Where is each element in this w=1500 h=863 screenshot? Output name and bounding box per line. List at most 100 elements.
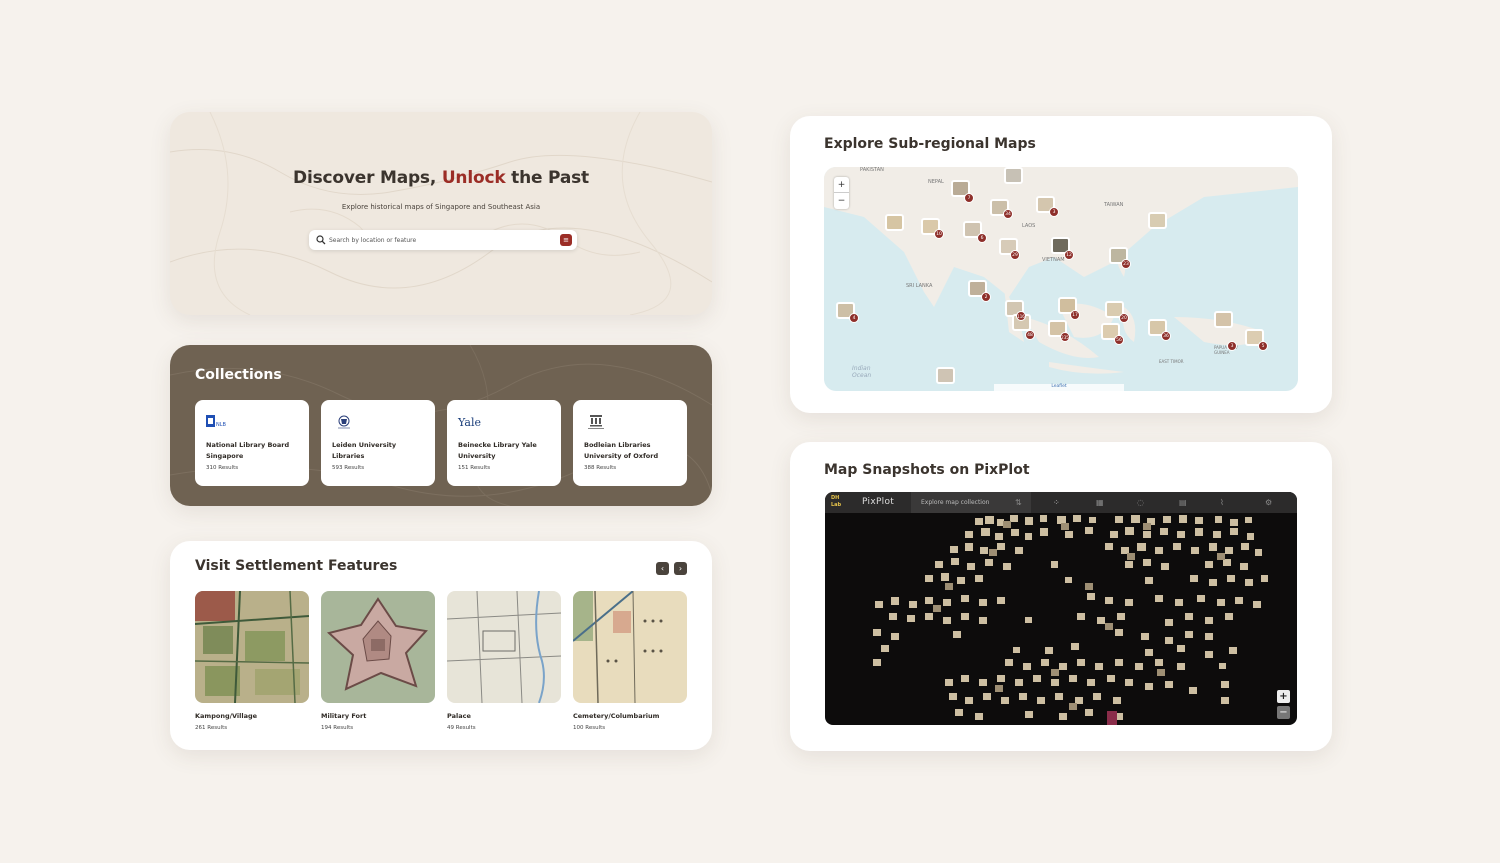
pixplot-zoom-out-button[interactable]: −	[1277, 706, 1290, 719]
collections-title: Collections	[195, 367, 282, 383]
collection-card-leiden[interactable]: Leiden University Libraries 593 Results	[321, 400, 435, 486]
country-label: SRI LANKA	[906, 283, 933, 289]
feature-thumbnail	[447, 591, 561, 703]
cluster-marker[interactable]: 23	[1121, 259, 1131, 269]
cluster-marker[interactable]: 116	[1016, 311, 1026, 321]
hero-subtitle: Explore historical maps of Singapore and…	[341, 203, 541, 211]
feature-thumbnail	[195, 591, 309, 703]
collection-card-yale[interactable]: Yale Beinecke Library Yale University 15…	[447, 400, 561, 486]
hero-card: Discover Maps, Unlock the Past Explore h…	[170, 112, 712, 315]
country-label: TAIWAN	[1104, 202, 1124, 208]
cluster-marker[interactable]: 3	[1227, 341, 1237, 351]
hero-background-map	[170, 112, 712, 315]
scatter-icon[interactable]: ⁘	[1053, 498, 1060, 507]
highlighted-thumbnail[interactable]	[1107, 711, 1117, 725]
country-label: NEPAL	[928, 179, 944, 185]
feature-count: 194 Results	[321, 725, 354, 731]
cluster-marker[interactable]: 12	[1064, 250, 1074, 260]
map-thumbnail[interactable]	[885, 214, 904, 231]
cluster-marker[interactable]: 235	[1060, 332, 1070, 342]
cluster-marker[interactable]: 34	[1003, 209, 1013, 219]
cluster-marker[interactable]: 6	[977, 233, 987, 243]
zoom-in-button[interactable]: +	[834, 177, 849, 193]
settings-icon[interactable]: ⚙	[1265, 498, 1272, 507]
country-label: LAOS	[1022, 223, 1036, 229]
map-thumbnail[interactable]	[1004, 167, 1023, 184]
ocean-label: Indian Ocean	[852, 365, 872, 379]
feature-name: Cemetery/Columbarium	[573, 712, 660, 720]
hero-title-accent: Unlock	[441, 168, 506, 188]
cluster-marker[interactable]: 17	[1070, 310, 1080, 320]
nlb-logo-text: NLB	[216, 422, 227, 428]
feature-thumbnail	[321, 591, 435, 703]
map-thumbnail[interactable]	[1214, 311, 1233, 328]
subregional-card: Explore Sub-regional Maps + − PAKISTAN N…	[790, 116, 1332, 413]
settlement-card: Visit Settlement Features ‹ › Kampong/Vi…	[170, 541, 712, 750]
feature-count: 49 Results	[447, 725, 476, 731]
pixplot-window[interactable]: DH Lab PixPlot Explore map collection ⇅ …	[825, 492, 1297, 725]
hero-title-post: the Past	[505, 168, 589, 188]
cluster-marker[interactable]: 7	[964, 193, 974, 203]
collection-name: Leiden University Libraries	[332, 441, 397, 460]
cluster-marker[interactable]: 48	[1025, 330, 1035, 340]
sea-map[interactable]: + − PAKISTAN NEPAL TAIWAN LAOS VIETNAM S…	[824, 167, 1298, 391]
feature-card-palace[interactable]: Palace 49 Results	[447, 591, 561, 731]
cluster-marker[interactable]: 56	[1114, 335, 1124, 345]
nlb-logo: NLB	[206, 414, 230, 430]
collection-name: Bodleian Libraries University of Oxford	[584, 441, 659, 460]
feature-count: 261 Results	[195, 725, 228, 731]
leiden-logo	[332, 414, 356, 430]
rectangles-icon[interactable]: ▤	[1179, 498, 1187, 507]
pixplot-app-name: PixPlot	[862, 497, 895, 507]
cluster-marker[interactable]: 29	[1010, 250, 1020, 260]
search-icon	[316, 235, 326, 245]
zoom-out-button[interactable]: −	[834, 193, 849, 209]
cluster-marker[interactable]: 3	[1049, 207, 1059, 217]
pixplot-toolbar: DH Lab PixPlot Explore map collection ⇅ …	[825, 492, 1297, 513]
search-input[interactable]	[329, 233, 549, 247]
feature-count: 100 Results	[573, 725, 606, 731]
pixplot-title: Map Snapshots on PixPlot	[824, 462, 1030, 478]
feature-card-cemetery[interactable]: Cemetery/Columbarium 100 Results	[573, 591, 687, 731]
collection-count: 151 Results	[458, 465, 491, 471]
cluster-marker[interactable]: 10	[934, 229, 944, 239]
map-thumbnail[interactable]	[1148, 212, 1167, 229]
pixplot-zoom-in-button[interactable]: +	[1277, 690, 1290, 703]
pixplot-scatter	[873, 515, 1268, 725]
map-thumbnail[interactable]	[936, 367, 955, 384]
country-label: EAST TIMOR	[1159, 359, 1184, 364]
dhlab-logo: DH Lab	[831, 495, 842, 508]
sort-icon[interactable]: ⇅	[1015, 498, 1022, 507]
collection-name: Beinecke Library Yale University	[458, 441, 537, 460]
collection-card-bodleian[interactable]: Bodleian Libraries University of Oxford …	[573, 400, 687, 486]
collection-card-nlb[interactable]: NLB National Library Board Singapore 310…	[195, 400, 309, 486]
feature-card-kampong[interactable]: Kampong/Village 261 Results	[195, 591, 309, 731]
feature-name: Palace	[447, 712, 471, 720]
next-button[interactable]: ›	[674, 562, 687, 575]
search-bar[interactable]: ≡	[309, 230, 577, 250]
cluster-marker[interactable]: 2	[981, 292, 991, 302]
chevron-left-icon: ‹	[660, 564, 665, 573]
filter-button[interactable]: ≡	[560, 234, 572, 246]
filter-icon: ≡	[563, 236, 569, 244]
cluster-marker[interactable]: 36	[1161, 331, 1171, 341]
cluster-icon[interactable]: ◌	[1137, 498, 1144, 507]
collection-count: 593 Results	[332, 465, 365, 471]
cluster-marker[interactable]: 20	[1119, 313, 1129, 323]
feature-card-fort[interactable]: Military Fort 194 Results	[321, 591, 435, 731]
feature-thumbnail	[573, 591, 687, 703]
cluster-marker[interactable]: 5	[1258, 341, 1268, 351]
chevron-right-icon: ›	[678, 564, 683, 573]
bodleian-logo	[584, 414, 608, 430]
subregional-title: Explore Sub-regional Maps	[824, 136, 1036, 152]
map-attribution[interactable]: Leaflet	[994, 384, 1124, 391]
country-label: VIETNAM	[1042, 257, 1065, 263]
cluster-marker[interactable]: 4	[849, 313, 859, 323]
hero-title: Discover Maps, Unlock the Past	[170, 168, 712, 188]
grid-icon[interactable]: ▦	[1096, 498, 1104, 507]
collection-name: National Library Board Singapore	[206, 441, 290, 460]
prev-button[interactable]: ‹	[656, 562, 669, 575]
map-icon[interactable]: ⌇	[1220, 498, 1224, 507]
collections-card: Collections NLB National Library Board S…	[170, 345, 712, 506]
explore-map-collection-link[interactable]: Explore map collection	[921, 499, 989, 506]
